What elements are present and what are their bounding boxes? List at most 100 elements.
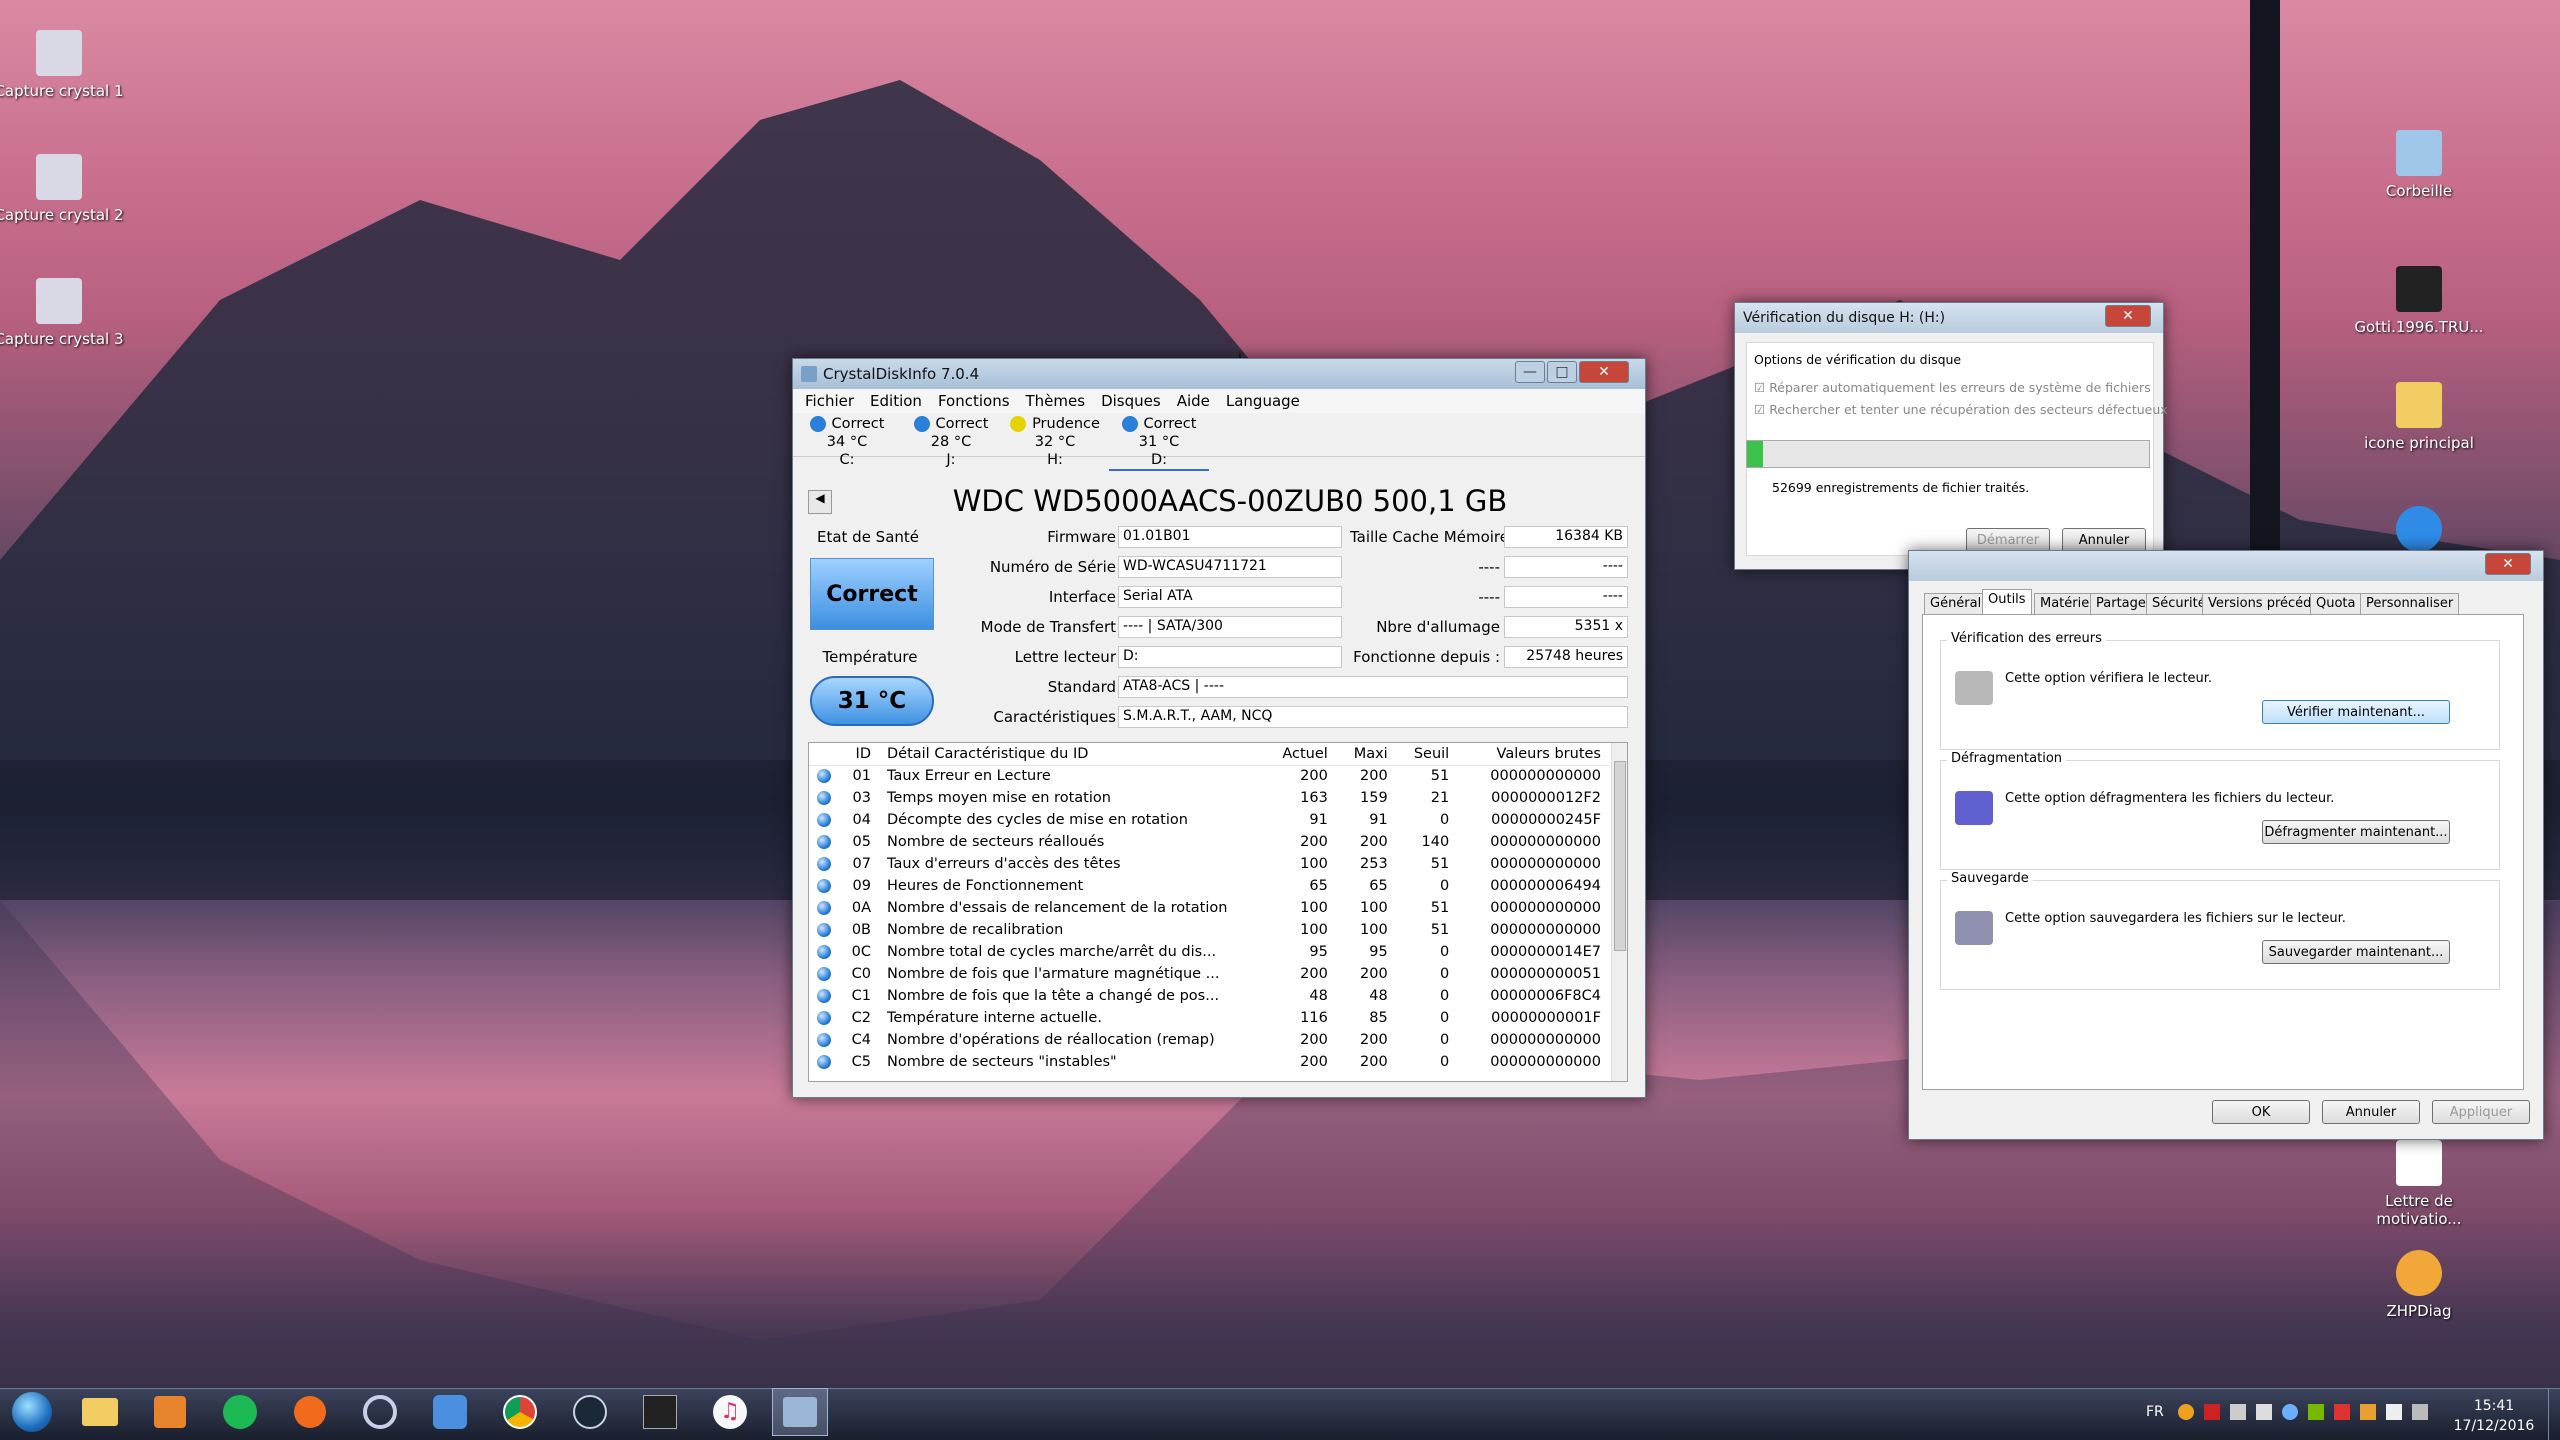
menu-language[interactable]: Language (1218, 392, 1308, 410)
tab-quota[interactable]: Quota (2310, 593, 2362, 615)
crystaldiskinfo-titlebar[interactable]: CrystalDiskInfo 7.0.4 — □ ✕ (793, 359, 1645, 389)
drive-tab-1[interactable]: Correct 28 °C J: (901, 415, 1001, 469)
menu-aide[interactable]: Aide (1169, 392, 1218, 410)
tray-shield-icon[interactable] (2360, 1404, 2376, 1420)
prev-disk-button[interactable]: ◀ (808, 490, 832, 514)
drive-tab-2[interactable]: Prudence 32 °C H: (1005, 415, 1105, 469)
maximize-button[interactable]: □ (1547, 361, 1577, 383)
smart-cell: Taux Erreur en Lecture (887, 768, 1051, 785)
tray-flag-icon[interactable] (2386, 1404, 2402, 1420)
smart-row[interactable]: 0A Nombre d'essais de relancement de la r… (809, 897, 1609, 919)
standard-field: ATA8-ACS | ---- (1118, 676, 1628, 698)
drive-status-dot (913, 416, 930, 432)
group-0: Vérification des erreurs Cette option vér… (1940, 631, 2500, 750)
smart-header-1[interactable]: Détail Caractéristique du ID (879, 743, 1263, 766)
smart-row[interactable]: 05 Nombre de secteurs réalloués 200 200 140 0… (809, 831, 1609, 853)
smart-header-4[interactable]: Seuil (1395, 743, 1458, 766)
show-desktop-button[interactable] (2548, 1388, 2560, 1440)
tab-personnaliser[interactable]: Personnaliser (2360, 593, 2460, 615)
taskbar-game-icon[interactable] (632, 1388, 688, 1436)
smart-row[interactable]: 0C Nombre total de cycles marche/arrêt du… (809, 941, 1609, 963)
smart-cell: 21 (1430, 790, 1450, 806)
smart-header-2[interactable]: Actuel (1262, 743, 1336, 766)
tab-outils[interactable]: Outils (1982, 589, 2032, 615)
smart-row[interactable]: 01 Taux Erreur en Lecture 200 200 51 00000000… (809, 765, 1609, 787)
health-status-badge[interactable]: Correct (810, 558, 934, 630)
tray-app-icon[interactable] (2178, 1404, 2194, 1420)
taskbar-teamviewer-icon[interactable] (422, 1388, 478, 1436)
option-sectors-checkbox[interactable]: ☑ Rechercher et tenter une récupération … (1754, 402, 2168, 417)
tray-volume-icon[interactable] (2256, 1404, 2272, 1420)
smart-row[interactable]: 07 Taux d'erreurs d'accès des têtes 100 253… (809, 853, 1609, 875)
tray-cloud-icon[interactable] (2282, 1404, 2298, 1420)
taskbar-steam-icon[interactable] (562, 1388, 618, 1436)
smart-row[interactable]: 03 Temps moyen mise en rotation 163 159 21 00… (809, 787, 1609, 809)
apply-button[interactable]: Appliquer (2432, 1100, 2530, 1124)
disk-check-cancel-button[interactable]: Annuler (2062, 528, 2146, 552)
taskbar-itunes-icon[interactable]: ♫ (702, 1388, 758, 1436)
disk-check-titlebar[interactable]: Vérification du disque H: (H:) ✕ (1735, 303, 2163, 333)
smart-header-3[interactable]: Maxi (1335, 743, 1396, 766)
smart-row[interactable]: 09 Heures de Fonctionnement 65 65 0 000000006… (809, 875, 1609, 897)
smart-row[interactable]: C1 Nombre de fois que la tête a changé de… (809, 985, 1609, 1007)
smart-scrollbar[interactable] (1611, 743, 1627, 1081)
start-button-orb[interactable] (4, 1388, 60, 1436)
drive-tab-3[interactable]: Correct 31 °C D: (1109, 415, 1209, 471)
verify-now-button[interactable]: Vérifier maintenant... (2262, 700, 2450, 724)
smart-row[interactable]: 0B Nombre de recalibration 100 100 51 0000000… (809, 919, 1609, 941)
smart-row[interactable]: 04 Décompte des cycles de mise en rotatio… (809, 809, 1609, 831)
desktop-icon-capture-2[interactable]: Capture crystal 2 (0, 154, 124, 224)
properties-titlebar[interactable]: ✕ (1909, 551, 2543, 581)
defrag-now-button[interactable]: Défragmenter maintenant... (2262, 820, 2450, 844)
menu-edition[interactable]: Edition (862, 392, 930, 410)
desktop-icon-capture-1[interactable]: Capture crystal 1 (0, 30, 124, 100)
tray-game-icon[interactable] (2334, 1404, 2350, 1420)
desktop-icon-video-file[interactable]: Gotti.1996.TRU... (2354, 266, 2484, 336)
properties-close-button[interactable]: ✕ (2485, 553, 2531, 575)
properties-cancel-button[interactable]: Annuler (2322, 1100, 2420, 1124)
desktop-icon-zhpdiag[interactable]: ZHPDiag (2354, 1250, 2484, 1320)
start-button[interactable]: Démarrer (1966, 528, 2050, 552)
tray-antivirus-icon[interactable] (2204, 1404, 2220, 1420)
smart-row[interactable]: C2 Température interne actuelle. 116 85 0 000… (809, 1007, 1609, 1029)
taskbar-torrent-icon[interactable] (352, 1388, 408, 1436)
tray-network-icon[interactable] (2230, 1404, 2246, 1420)
drive-status: Correct (935, 416, 989, 432)
taskbar-crystaldiskinfo-icon[interactable] (772, 1388, 828, 1436)
desktop-icon-folder[interactable]: icone principal (2354, 382, 2484, 452)
taskbar-spotify-icon[interactable] (212, 1388, 268, 1436)
taskbar-chrome-icon[interactable] (492, 1388, 548, 1436)
smart-row[interactable]: C0 Nombre de fois que l'armature magnétiq… (809, 963, 1609, 985)
taskbar-explorer-icon[interactable] (72, 1388, 128, 1436)
menu-fichier[interactable]: Fichier (797, 392, 862, 410)
smart-status-dot (817, 967, 831, 981)
minimize-button[interactable]: — (1515, 361, 1545, 383)
ok-button[interactable]: OK (2212, 1100, 2310, 1124)
desktop-icon-document[interactable]: Lettre de motivatio... (2354, 1140, 2484, 1228)
menu-fonctions[interactable]: Fonctions (930, 392, 1018, 410)
menu-disques[interactable]: Disques (1093, 392, 1169, 410)
tab-partage[interactable]: Partage (2090, 593, 2152, 615)
desktop-icon-capture-3[interactable]: Capture crystal 3 (0, 278, 124, 348)
taskbar-origin-icon[interactable] (282, 1388, 338, 1436)
smart-row[interactable]: C4 Nombre d'opérations de réallocation (r… (809, 1029, 1609, 1051)
desktop-icon-recycle-bin[interactable]: Corbeille (2354, 130, 2484, 200)
smart-cell: 0B (851, 922, 871, 938)
taskbar-media-player-icon[interactable] (142, 1388, 198, 1436)
smart-header-0[interactable]: ID (839, 743, 879, 766)
drive-tab-0[interactable]: Correct 34 °C C: (797, 415, 897, 469)
clock[interactable]: 15:41 17/12/2016 (2444, 1396, 2544, 1436)
disk-check-close-button[interactable]: ✕ (2105, 305, 2151, 327)
backup-now-button[interactable]: Sauvegarder maintenant... (2262, 940, 2450, 964)
menu-themes[interactable]: Thèmes (1018, 392, 1094, 410)
drive-temp: 34 °C (826, 434, 868, 450)
tab-gnral[interactable]: Général (1924, 593, 1988, 615)
smart-header-5[interactable]: Valeurs brutes (1457, 743, 1609, 766)
tray-monitor-icon[interactable] (2412, 1404, 2428, 1420)
smart-row[interactable]: C5 Nombre de secteurs "instables" 200 200 0 0… (809, 1051, 1609, 1073)
option-repair-checkbox[interactable]: ☑ Réparer automatiquement les erreurs de… (1754, 380, 2151, 395)
close-button[interactable]: ✕ (1579, 361, 1629, 383)
tray-nvidia-icon[interactable] (2308, 1404, 2324, 1420)
smart-cell: 200 (1360, 1032, 1388, 1048)
language-indicator[interactable]: FR (2146, 1404, 2164, 1420)
